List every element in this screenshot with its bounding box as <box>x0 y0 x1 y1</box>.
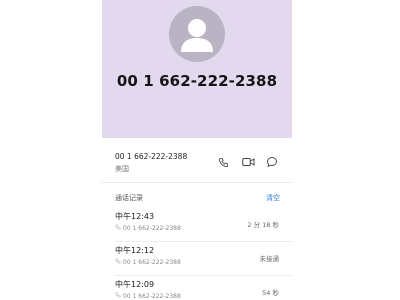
call-number-row: 00 1 662-222-2388 <box>115 292 181 300</box>
person-icon <box>181 19 213 52</box>
outgoing-call-icon <box>115 224 121 232</box>
call-duration: 2 分 18 秒 <box>247 221 279 229</box>
call-log-header: 通话记录 清空 <box>102 190 292 206</box>
call-number: 00 1 662-222-2388 <box>123 292 181 300</box>
call-number: 00 1 662-222-2388 <box>123 258 181 266</box>
contact-header: 00 1 662-222-2388 <box>102 0 292 138</box>
header-phone-number: 00 1 662-222-2388 <box>116 72 278 90</box>
call-log-item[interactable]: 中午12:12 00 1 662-222-2388 未接通 <box>102 242 292 276</box>
outgoing-call-icon <box>115 292 121 300</box>
call-duration: 未接通 <box>259 255 280 263</box>
message-icon[interactable] <box>265 156 279 168</box>
clear-button[interactable]: 清空 <box>266 193 280 203</box>
call-number-row: 00 1 662-222-2388 <box>115 224 181 232</box>
call-duration: 54 秒 <box>262 289 279 297</box>
call-log-title: 通话记录 <box>115 194 143 202</box>
phone-icon[interactable] <box>216 156 230 168</box>
call-time: 中午12:12 <box>115 246 155 255</box>
call-time: 中午12:09 <box>115 280 155 289</box>
contact-region: 美国 <box>115 165 129 173</box>
avatar <box>169 6 225 62</box>
call-detail-screen: 00 1 662-222-2388 00 1 662-222-2388 美国 通… <box>102 0 292 300</box>
call-time: 中午12:43 <box>115 212 155 221</box>
call-number-row: 00 1 662-222-2388 <box>115 258 181 266</box>
call-number: 00 1 662-222-2388 <box>123 224 181 232</box>
contact-info-row[interactable]: 00 1 662-222-2388 美国 <box>102 138 292 183</box>
call-log-item[interactable]: 中午12:43 00 1 662-222-2388 2 分 18 秒 <box>102 208 292 242</box>
unanswered-call-icon <box>115 258 121 266</box>
call-log-item[interactable]: 中午12:09 00 1 662-222-2388 54 秒 <box>102 276 292 300</box>
contact-number: 00 1 662-222-2388 <box>115 152 188 161</box>
video-call-icon[interactable] <box>241 156 255 168</box>
